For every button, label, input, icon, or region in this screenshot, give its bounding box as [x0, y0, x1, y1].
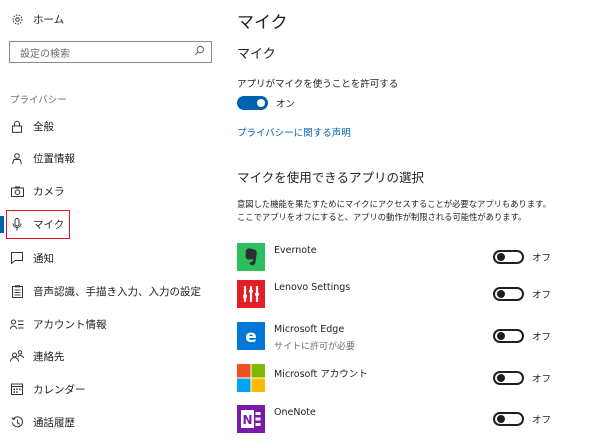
sidebar-item-general[interactable]: 全般 [0, 111, 222, 141]
app-subtext: サイトに許可が必要 [274, 342, 356, 352]
sidebar-item-label: カメラ [33, 185, 65, 198]
sidebar-item-label: 位置情報 [33, 152, 75, 165]
sidebar-item-label: 連絡先 [33, 350, 65, 363]
app-name: Evernote [274, 245, 317, 256]
lenovo-settings-icon [237, 280, 265, 308]
active-item-highlight [6, 210, 70, 239]
toggle-state: オフ [532, 415, 552, 426]
search-placeholder: 設定の検索 [20, 48, 70, 60]
onenote-icon: N [237, 405, 265, 433]
app-toggle-row: オフ [493, 287, 551, 301]
sidebar-item-label: 音声認識、手描き入力、入力の設定 [33, 285, 201, 298]
app-list-title: マイクを使用できるアプリの選択 [237, 170, 425, 185]
lock-icon [10, 119, 24, 133]
sidebar-item-call-history[interactable]: 通話履歴 [0, 407, 222, 437]
toggle-state: オフ [532, 290, 552, 301]
home-label: ホーム [33, 14, 65, 26]
sidebar-item-contacts[interactable]: 連絡先 [0, 341, 222, 371]
sidebar-item-account-info[interactable]: アカウント情報 [0, 309, 222, 339]
sidebar-item-label: 全般 [33, 120, 54, 133]
app-name: Microsoft アカウント [274, 369, 368, 380]
privacy-section-label: プライバシー [10, 95, 67, 106]
sidebar-item-notifications[interactable]: 通知 [0, 243, 222, 273]
app-toggle-row: オフ [493, 329, 551, 343]
sidebar-item-location[interactable]: 位置情報 [0, 143, 222, 173]
sidebar-item-label: 通話履歴 [33, 416, 75, 429]
search-icon[interactable] [194, 45, 205, 59]
app-name: OneNote [274, 407, 316, 418]
microsoft-account-icon [237, 364, 265, 392]
sidebar-item-calendar[interactable]: カレンダー [0, 374, 222, 404]
onenote-toggle[interactable] [493, 412, 524, 426]
svg-text:N: N [242, 413, 252, 427]
lenovo-settings-toggle[interactable] [493, 287, 524, 301]
app-row-onenote: N OneNote オフ [237, 405, 557, 435]
account-info-icon [10, 317, 24, 331]
edge-icon: e [237, 322, 265, 350]
sidebar: ホーム 設定の検索 プライバシー 全般 位置情報 カメラ マイク 通知 音声認識… [0, 0, 222, 441]
svg-text:e: e [245, 327, 257, 347]
notification-icon [10, 251, 24, 265]
allow-apps-label: アプリがマイクを使うことを許可する [237, 79, 399, 90]
evernote-icon [237, 243, 265, 271]
toggle-state: オフ [532, 374, 552, 385]
app-row-microsoft-account: Microsoft アカウント オフ [237, 364, 557, 394]
app-list-description: 意図した機能を果たすためにマイクにアクセスすることが必要なアプリもあります。ここ… [237, 199, 551, 222]
app-name: Lenovo Settings [274, 282, 351, 293]
privacy-statement-link[interactable]: プライバシーに関する声明 [237, 125, 351, 139]
microsoft-account-toggle[interactable] [493, 371, 524, 385]
sidebar-item-label: 通知 [33, 252, 54, 265]
sidebar-item-label: カレンダー [33, 383, 86, 396]
clipboard-icon [10, 284, 24, 298]
camera-icon [10, 184, 24, 198]
contacts-icon [10, 349, 24, 363]
app-toggle-row: オフ [493, 412, 551, 426]
allow-apps-toggle-row: オン [237, 96, 295, 110]
evernote-toggle[interactable] [493, 250, 524, 264]
main-content: マイク マイク アプリがマイクを使うことを許可する オン プライバシーに関する声… [237, 0, 590, 441]
microsoft-edge-toggle[interactable] [493, 329, 524, 343]
gear-icon [10, 13, 24, 27]
sidebar-item-camera[interactable]: カメラ [0, 176, 222, 206]
sidebar-item-speech-inking[interactable]: 音声認識、手描き入力、入力の設定 [0, 276, 222, 306]
section-title: マイク [237, 47, 276, 62]
app-row-lenovo-settings: Lenovo Settings オフ [237, 280, 557, 310]
app-toggle-row: オフ [493, 250, 551, 264]
app-row-microsoft-edge: e Microsoft Edge サイトに許可が必要 オフ [237, 322, 557, 352]
app-name: Microsoft Edge [274, 324, 345, 335]
calendar-icon [10, 382, 24, 396]
history-icon [10, 415, 24, 429]
app-row-evernote: Evernote オフ [237, 243, 557, 273]
allow-apps-toggle[interactable] [237, 96, 268, 110]
page-title: マイク [237, 13, 288, 33]
home-link[interactable]: ホーム [10, 12, 64, 27]
allow-apps-state: オン [276, 99, 296, 110]
toggle-state: オフ [532, 253, 552, 264]
search-input[interactable]: 設定の検索 [9, 41, 212, 63]
location-person-icon [10, 151, 24, 165]
toggle-state: オフ [532, 332, 552, 343]
sidebar-item-label: アカウント情報 [33, 318, 107, 331]
app-toggle-row: オフ [493, 371, 551, 385]
